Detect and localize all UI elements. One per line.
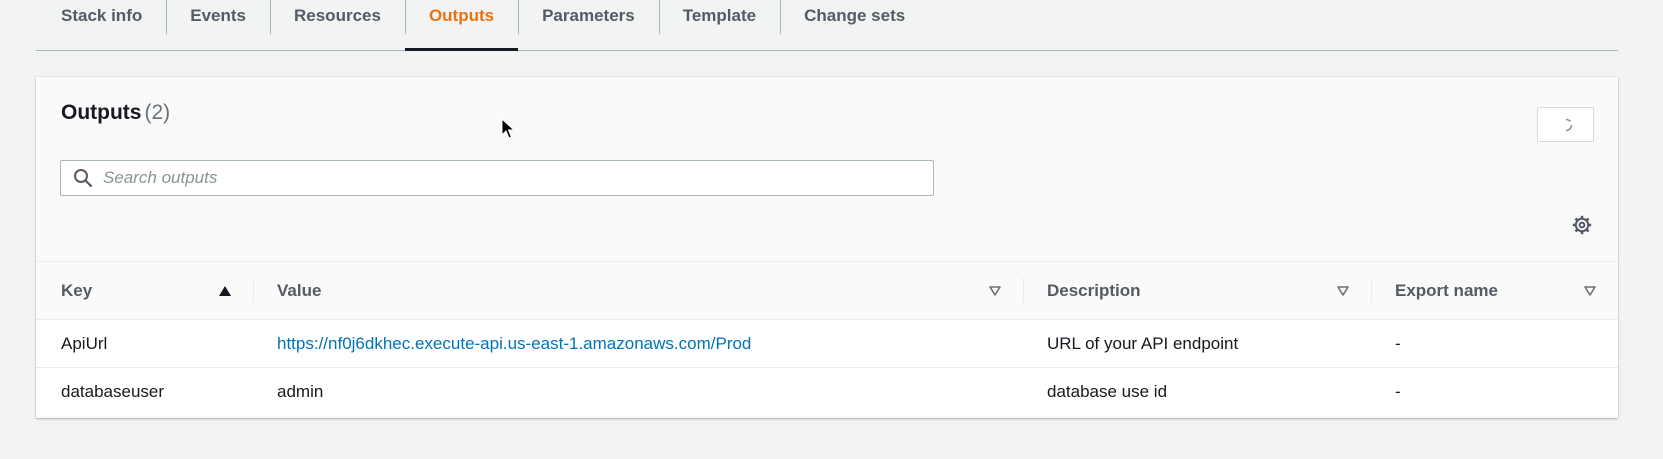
mouse-cursor-icon xyxy=(501,118,515,139)
cell-export-name: - xyxy=(1395,333,1401,353)
gear-icon[interactable] xyxy=(1572,215,1592,235)
panel-title: Outputs (2) xyxy=(61,101,171,124)
caret-down-outline-icon xyxy=(1584,285,1596,296)
search-icon xyxy=(74,169,93,188)
cell-value: admin xyxy=(277,382,324,401)
tab-outputs[interactable]: Outputs xyxy=(404,0,519,51)
spinner-icon xyxy=(1559,118,1572,131)
output-count: (2) xyxy=(144,101,171,124)
tab-events[interactable]: Events xyxy=(166,0,270,50)
cell-description: database use id xyxy=(1047,382,1168,401)
table-body: ApiUrl https://nf0j6dkhec.execute-api.us… xyxy=(36,320,1618,416)
stack-tabs: Stack info Events Resources Outputs Para… xyxy=(36,0,1618,51)
tab-stack-info[interactable]: Stack info xyxy=(36,0,166,50)
column-header-description[interactable]: Description xyxy=(1023,262,1371,319)
search-input[interactable] xyxy=(103,161,933,195)
api-url-link[interactable]: https://nf0j6dkhec.execute-api.us-east-1… xyxy=(277,334,751,354)
cell-value: https://nf0j6dkhec.execute-api.us-east-1… xyxy=(253,320,1023,367)
refresh-button[interactable] xyxy=(1537,107,1594,142)
table-row: ApiUrl https://nf0j6dkhec.execute-api.us… xyxy=(36,320,1618,368)
cell-description: URL of your API endpoint xyxy=(1047,333,1239,353)
column-header-key[interactable]: Key xyxy=(36,262,253,319)
table-header: Key Value Description Export name xyxy=(36,261,1618,320)
tab-parameters[interactable]: Parameters xyxy=(518,0,659,50)
column-header-value[interactable]: Value xyxy=(253,262,1023,319)
search-box[interactable] xyxy=(60,160,934,196)
caret-down-outline-icon xyxy=(989,285,1001,296)
caret-down-outline-icon xyxy=(1337,285,1349,296)
cell-export-name: - xyxy=(1395,382,1401,401)
tab-template[interactable]: Template xyxy=(658,0,780,50)
tab-change-sets[interactable]: Change sets xyxy=(780,0,929,50)
caret-up-icon xyxy=(219,285,231,296)
tab-resources[interactable]: Resources xyxy=(270,0,405,50)
table-row: databaseuser admin database use id - xyxy=(36,368,1618,416)
outputs-table: Key Value Description Export name ApiUrl… xyxy=(36,261,1618,416)
outputs-panel: Outputs(2) K xyxy=(36,77,1618,418)
cell-key: ApiUrl xyxy=(61,333,108,353)
column-header-export-name[interactable]: Export name xyxy=(1371,262,1618,319)
cell-key: databaseuser xyxy=(61,382,165,401)
